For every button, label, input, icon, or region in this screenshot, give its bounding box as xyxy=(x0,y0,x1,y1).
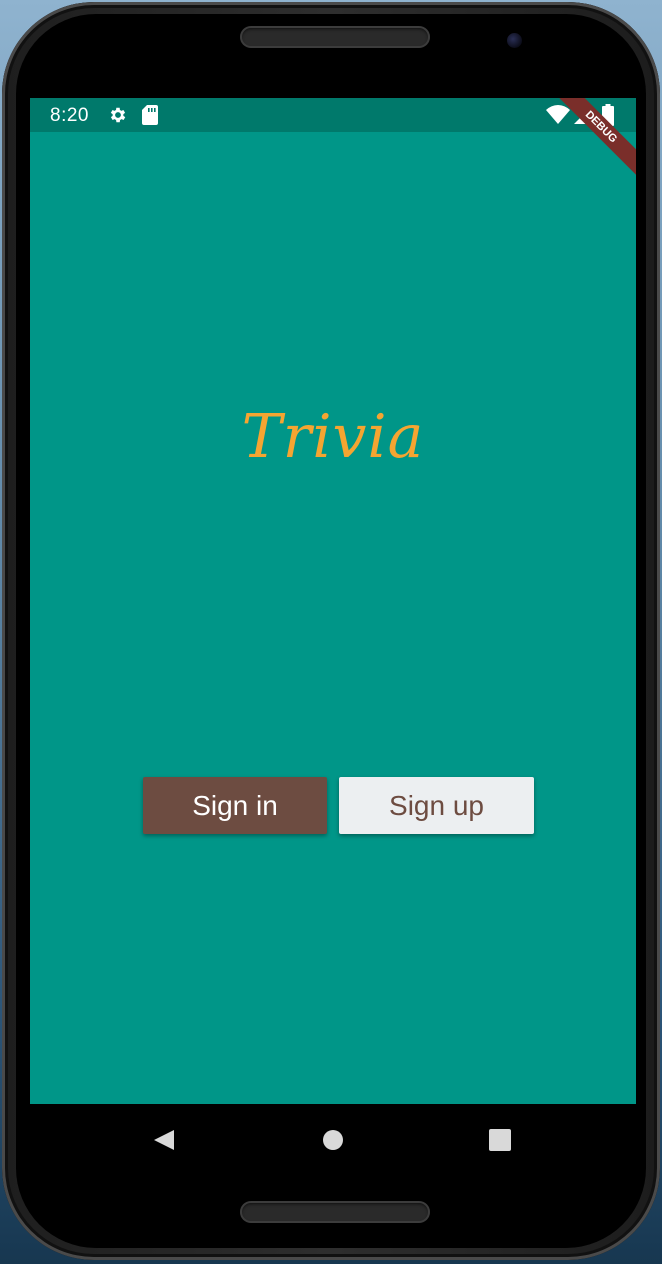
front-camera xyxy=(507,33,522,48)
sign-in-button[interactable]: Sign in xyxy=(143,777,327,834)
status-bar: 8:20 DEBUG xyxy=(30,98,636,187)
home-icon[interactable] xyxy=(321,1128,345,1152)
recents-icon[interactable] xyxy=(488,1128,512,1152)
wifi-icon xyxy=(546,105,570,130)
sd-card-icon xyxy=(142,105,158,130)
navigation-bar xyxy=(30,1104,636,1176)
sign-up-button[interactable]: Sign up xyxy=(339,777,534,834)
top-speaker xyxy=(240,26,430,48)
back-icon[interactable] xyxy=(152,1128,176,1152)
app-screen: 8:20 DEBUG Trivia Sign in Sign up xyxy=(30,98,636,1104)
settings-icon xyxy=(108,105,128,130)
bottom-speaker xyxy=(240,1201,430,1223)
app-title: Trivia xyxy=(241,402,425,472)
status-time: 8:20 xyxy=(50,105,89,126)
